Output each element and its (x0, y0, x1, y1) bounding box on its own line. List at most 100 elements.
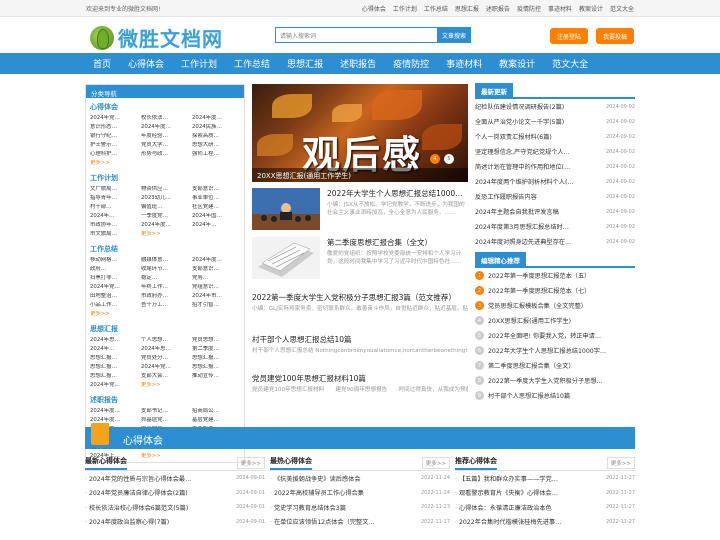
sidebar-section-title[interactable]: 心得体会 (90, 102, 240, 112)
sidebar-link[interactable]: 政府… (90, 266, 138, 273)
sidebar-link[interactable]: 党员大学… (141, 142, 189, 149)
sidebar-link[interactable]: 思想汇报… (90, 373, 138, 380)
recommend-item[interactable]: 5 2022年全面吧! 你要我入党，转正申请… (475, 328, 635, 343)
list-item[interactable]: 在单位应该领悟12点体会（完整文… 2022-11-17 (270, 515, 450, 530)
sidebar-link[interactable]: 支部意识… (192, 266, 240, 273)
list-item[interactable]: 2024年度政治监察心得(7篇) 2024-09-01 (85, 515, 265, 530)
list-item-title[interactable]: 2024年度政治监察心得(7篇) (85, 517, 227, 526)
top-link[interactable]: 思想汇报 (455, 4, 479, 13)
sidebar-link[interactable]: 支部书记… (141, 408, 189, 415)
banner-caption[interactable]: 20XX思想汇报(通用工作学生) (252, 168, 468, 182)
latest-item[interactable]: 简述计划在管理中的作用和地位(… 2024-09-02 (475, 159, 635, 174)
latest-item-title[interactable]: 全面从严治党小论文一千字(5篇) (475, 117, 564, 126)
list-item-title[interactable]: 2022年合集时代楷模张桂梅先进事… (455, 517, 597, 526)
search-button[interactable]: 文章搜索 (437, 27, 471, 43)
more-button[interactable]: 更多>> (606, 456, 635, 469)
latest-item-title[interactable]: 2024年度第3月思想汇报总结时… (475, 222, 569, 231)
sidebar-link[interactable]: 2024年… (90, 346, 138, 353)
sidebar-link[interactable]: 意识形态… (90, 124, 138, 131)
sidebar-link[interactable]: 校长依法… (141, 115, 189, 122)
sidebar-link[interactable]: 2024年党… (90, 382, 138, 389)
list-item-title[interactable]: 2024年党员廉洁自律心得体会(2篇) (85, 488, 227, 497)
nav-item[interactable]: 述职报告 (340, 57, 376, 70)
text-article[interactable]: 党员建党100年思想汇报材料10篇 党员建党100年思想汇报材料 建党90周年思… (252, 373, 468, 394)
more-button[interactable]: 更多>> (236, 456, 265, 469)
list-item[interactable]: 心得体会：永葆清正廉洁政治本色 2022-11-27 (455, 500, 635, 515)
sidebar-link[interactable]: 2024年度… (90, 408, 138, 415)
sidebar-section-title[interactable]: 工作总结 (90, 244, 240, 254)
recommend-item[interactable]: 2 2022年第一季度思想汇报范本（七） (475, 283, 635, 298)
latest-item[interactable]: 坚定理想信念,严守党纪党规个人… 2024-09-02 (475, 144, 635, 159)
sidebar-link[interactable]: 招商局公… (192, 408, 240, 415)
list-item[interactable]: 2024年党的性质与宗旨心得体会最… 2024-09-01 (85, 471, 265, 486)
sidebar-link[interactable]: 市政府办… (141, 293, 189, 300)
top-link[interactable]: 工作总结 (424, 4, 448, 13)
sidebar-link[interactable]: 收尾环节… (141, 266, 189, 273)
text-article-title[interactable]: 2022第一季度大学生入党积极分子思想汇报3篇（范文推荐） (252, 292, 468, 303)
nav-item[interactable]: 事迹材料 (446, 57, 482, 70)
latest-item-title[interactable]: 纪检队伍建设情况调研报告(2篇) (475, 102, 564, 111)
sidebar-link[interactable]: 2024年党… (141, 364, 189, 371)
top-link[interactable]: 疫情防控 (517, 4, 541, 13)
sidebar-link[interactable]: 形势与政… (141, 151, 189, 158)
recommend-item-title[interactable]: 2022年大学生个人思想汇报总结1000字… (488, 346, 606, 355)
list-item-title[interactable]: 2022年高校辅导员工作心得合集 (270, 488, 412, 497)
sidebar-link[interactable]: 文广旅局… (90, 186, 138, 193)
latest-item[interactable]: 反恐工作履职报告内容 2024-09-02 (475, 189, 635, 204)
sidebar-link[interactable]: 2024民族… (192, 124, 240, 131)
sidebar-link[interactable]: 个人思想… (141, 337, 189, 344)
recommend-item[interactable]: 4 20XX思想汇报(通用工作学生) (475, 313, 635, 328)
sidebar-link[interactable]: 扫黑打非… (90, 275, 138, 282)
more-link[interactable]: 更多>> (90, 160, 138, 167)
sidebar-link[interactable]: 心理科护… (90, 151, 138, 158)
recommend-item-title[interactable]: 2022年第一季度思想汇报范本（五） (488, 271, 590, 280)
latest-item[interactable]: 2024年度对照身边先进典型存在… 2024-09-02 (475, 234, 635, 249)
sidebar-link[interactable]: 2024年市… (192, 293, 240, 300)
sidebar-link[interactable]: 银行守纪… (90, 133, 138, 140)
sidebar-link[interactable]: 2024年党… (90, 284, 138, 291)
top-link[interactable]: 教案设计 (579, 4, 603, 13)
nav-item[interactable]: 疫情防控 (393, 57, 429, 70)
sidebar-link[interactable]: 稳定… (141, 275, 189, 282)
sidebar-link[interactable]: 第二季度… (192, 346, 240, 353)
sidebar-link[interactable]: 护士警示… (90, 142, 138, 149)
banner-slider[interactable]: 观后感 45 20XX思想汇报(通用工作学生) (252, 84, 468, 182)
list-item[interactable]: 观看警示教育片《失衡》心得体会… 2022-11-27 (455, 486, 635, 501)
sidebar-link[interactable]: 2024年度… (192, 115, 240, 122)
latest-item[interactable]: 2024年度两个维护剖析材料个人(… 2024-09-02 (475, 174, 635, 189)
article-title[interactable]: 2022年大学生个人思想汇报总结1000… (327, 188, 468, 199)
more-link[interactable]: 更多>> (141, 231, 189, 238)
sidebar-section-title[interactable]: 述职报告 (90, 395, 240, 405)
nav-item[interactable]: 工作计划 (181, 57, 217, 70)
slider-dot[interactable]: 4 (430, 154, 440, 164)
sidebar-link[interactable]: 思想大研… (192, 142, 240, 149)
recommend-item-title[interactable]: 党员思想汇报模板合集（全文完整） (488, 301, 587, 310)
list-item[interactable]: 党史学习教育总结体会3篇 2022-11-23 (270, 500, 450, 515)
article-title[interactable]: 第二季度思想汇报合集（全文） (327, 237, 468, 248)
sidebar-link[interactable]: 2024年度… (192, 257, 240, 264)
nav-item[interactable]: 工作总结 (234, 57, 270, 70)
list-item[interactable]: 2024年党员廉洁自律心得体会(2篇) 2024-09-01 (85, 486, 265, 501)
recommend-item-title[interactable]: 2022第一季度大学生入党积极分子思想… (488, 376, 603, 385)
top-link[interactable]: 范文大全 (610, 4, 634, 13)
nav-item[interactable]: 心得体会 (128, 57, 164, 70)
nav-home[interactable]: 首页 (93, 57, 111, 70)
recommend-item-title[interactable]: 第二季度思想汇报合集（全文） (488, 361, 575, 370)
sidebar-link[interactable]: 物资供应… (141, 186, 189, 193)
sidebar-link[interactable]: 思想汇报… (192, 355, 240, 362)
sidebar-link[interactable]: 2024年党… (90, 115, 138, 122)
top-link[interactable]: 事迹材料 (548, 4, 572, 13)
recommend-item-title[interactable]: 2022年第一季度思想汇报范本（七） (488, 286, 590, 295)
slider-dot[interactable]: 5 (444, 154, 454, 164)
sidebar-link[interactable]: 移动网格… (90, 257, 138, 264)
sidebar-link[interactable]: 支部意识… (192, 186, 240, 193)
list-item-title[interactable]: 党史学习教育总结体会3篇 (270, 503, 412, 512)
list-item-title[interactable]: 校长依法治校心得体会6篇范文(5篇) (85, 503, 227, 512)
sidebar-link[interactable]: 思想汇报… (192, 364, 240, 371)
register-login-button[interactable]: 注册登陆 (550, 28, 588, 44)
text-article-title[interactable]: 村干部个人思想汇报总结10篇 (252, 334, 468, 345)
sidebar-link[interactable]: 基层党建… (192, 417, 240, 424)
latest-item-title[interactable]: 坚定理想信念,严守党纪党规个人… (475, 147, 570, 156)
sidebar-section-title[interactable]: 工作计划 (90, 173, 240, 183)
sidebar-link[interactable]: 2023幼儿… (141, 195, 189, 202)
